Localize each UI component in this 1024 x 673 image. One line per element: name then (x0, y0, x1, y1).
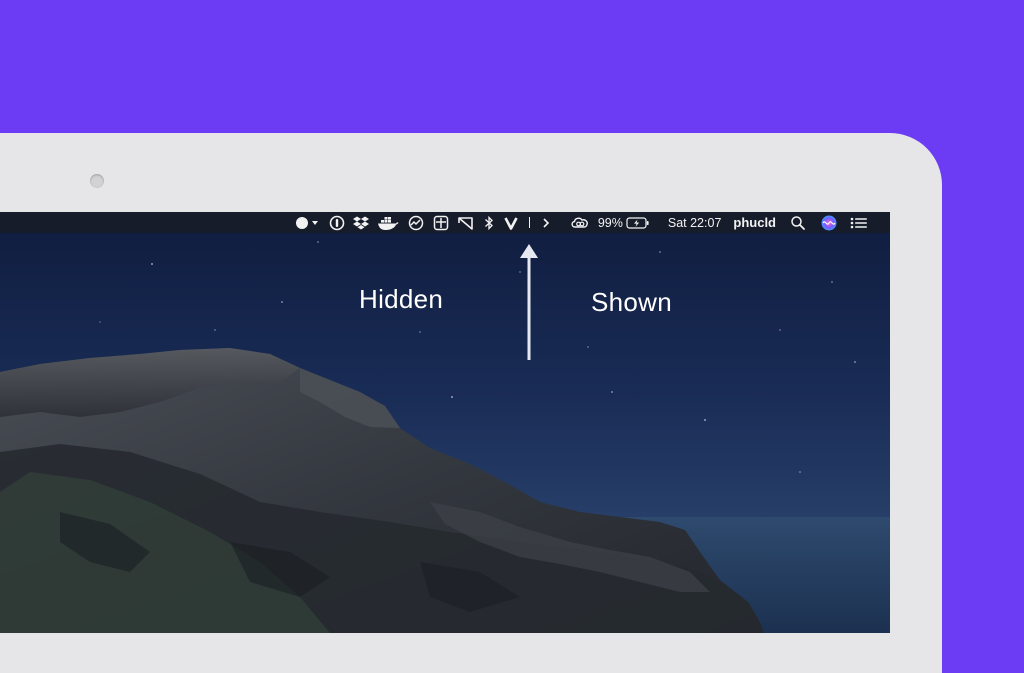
webcam (90, 174, 104, 188)
menubar-username[interactable]: phucld (729, 212, 780, 233)
battery-icon[interactable] (625, 212, 654, 233)
macos-menu-bar: 99% Sat 22:07 phucld (0, 212, 890, 233)
dropbox-icon[interactable] (349, 212, 373, 233)
menubar-divider[interactable] (528, 217, 530, 228)
wallpaper-catalina (0, 212, 890, 633)
droplr-icon[interactable] (453, 212, 479, 233)
shown-label: Shown (591, 287, 672, 317)
menubar-clock[interactable]: Sat 22:07 (664, 212, 726, 233)
battery-percent[interactable]: 99% (594, 212, 625, 233)
siri-icon[interactable] (816, 212, 842, 233)
desktop-screen: 99% Sat 22:07 phucld (0, 212, 890, 633)
spotlight-search-icon[interactable] (786, 212, 810, 233)
onepassword-icon[interactable] (325, 212, 349, 233)
notification-center-icon[interactable] (846, 212, 872, 233)
bluetooth-icon[interactable] (479, 212, 499, 233)
creative-cloud-icon[interactable] (566, 212, 594, 233)
vpn-v-icon[interactable] (499, 212, 523, 233)
chevron-right-icon[interactable] (536, 212, 556, 233)
istat-icon[interactable] (403, 212, 429, 233)
hidden-label: Hidden (359, 284, 444, 314)
screen-grid-icon[interactable] (429, 212, 453, 233)
docker-icon[interactable] (373, 212, 403, 233)
app-menu-icon[interactable] (291, 212, 325, 233)
